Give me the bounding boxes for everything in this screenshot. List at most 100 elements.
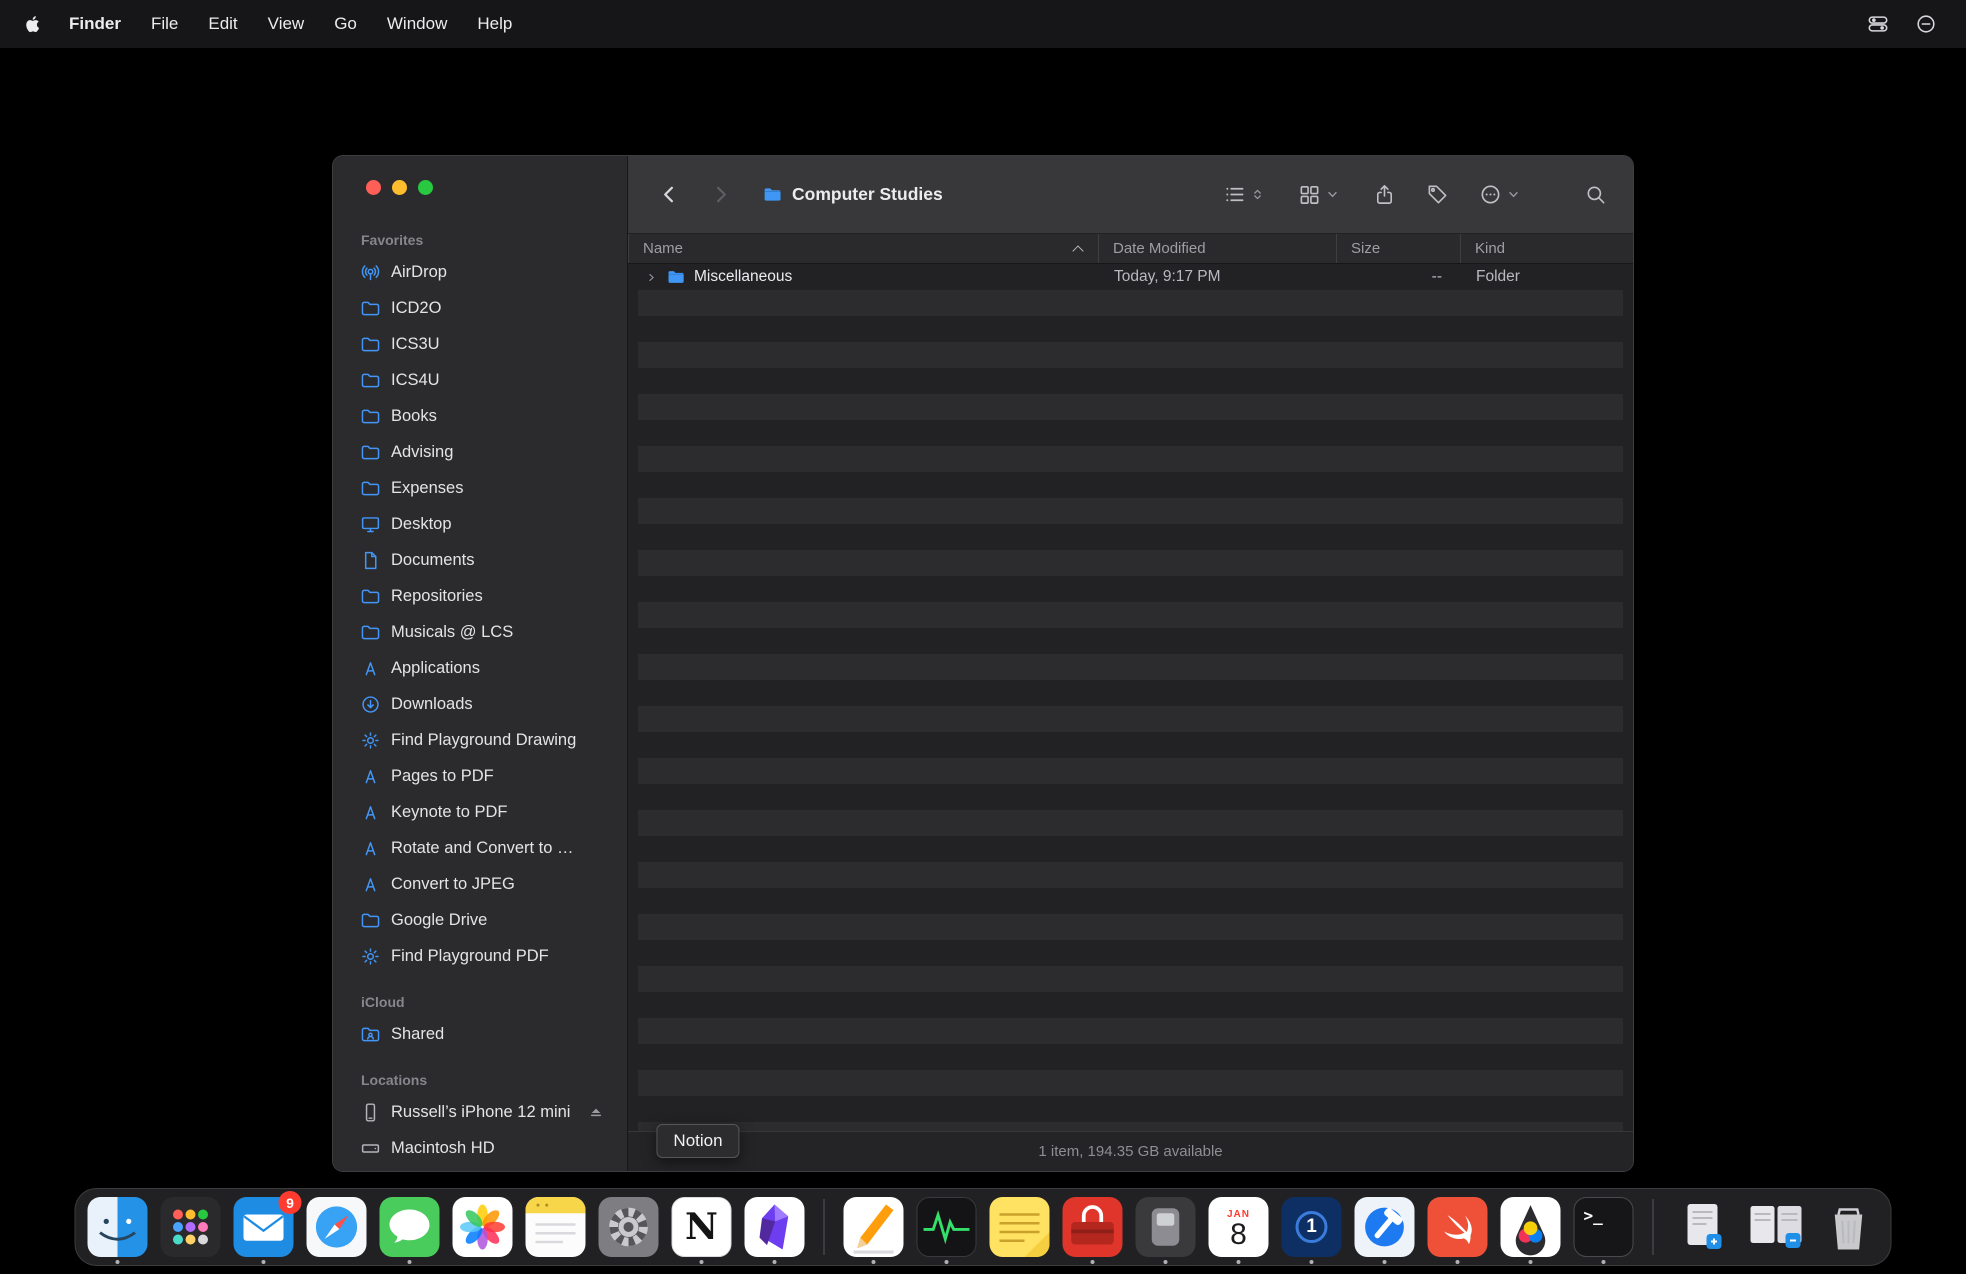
dock-item[interactable] xyxy=(745,1197,805,1257)
sidebar-row[interactable]: Musicals @ LCS xyxy=(341,614,619,650)
eject-icon[interactable] xyxy=(587,767,605,785)
column-header[interactable]: Kind xyxy=(1460,234,1633,263)
close-button[interactable] xyxy=(366,180,381,195)
dock-item[interactable] xyxy=(380,1197,440,1257)
eject-icon[interactable] xyxy=(587,659,605,677)
eject-icon[interactable] xyxy=(587,515,605,533)
dock-item[interactable]: 9 xyxy=(234,1197,294,1257)
list-view-icon[interactable] xyxy=(1223,183,1246,206)
dock-item[interactable] xyxy=(599,1197,659,1257)
view-mode-control[interactable] xyxy=(1223,183,1264,206)
grid-view-icon[interactable] xyxy=(1298,183,1321,206)
sidebar-row[interactable]: Advising xyxy=(341,434,619,470)
dock-item[interactable] xyxy=(917,1197,977,1257)
more-actions-control[interactable] xyxy=(1479,183,1520,206)
dock-item[interactable] xyxy=(1746,1197,1806,1257)
sidebar-row[interactable]: ICS3U xyxy=(341,326,619,362)
group-by-control[interactable] xyxy=(1298,183,1339,206)
dock-item[interactable] xyxy=(1673,1197,1733,1257)
table-row[interactable]: Miscellaneous Today, 9:17 PM -- Folder xyxy=(628,264,1633,290)
dock-item[interactable] xyxy=(1819,1197,1879,1257)
dock-item[interactable] xyxy=(1136,1197,1196,1257)
eject-icon[interactable] xyxy=(587,1139,605,1157)
sidebar-row[interactable]: Google Drive xyxy=(341,902,619,938)
more-icon[interactable] xyxy=(1479,183,1502,206)
eject-icon[interactable] xyxy=(587,479,605,497)
sidebar-row[interactable]: Convert to JPEG xyxy=(341,866,619,902)
sidebar-row[interactable]: AirDrop xyxy=(341,254,619,290)
menu-item[interactable]: Finder xyxy=(54,14,136,34)
eject-icon[interactable] xyxy=(587,695,605,713)
column-header[interactable]: Size xyxy=(1336,234,1460,263)
dock-item[interactable] xyxy=(1501,1197,1561,1257)
sidebar-row[interactable]: ICS4U xyxy=(341,362,619,398)
minimize-button[interactable] xyxy=(392,180,407,195)
share-icon[interactable] xyxy=(1373,183,1396,206)
eject-icon[interactable] xyxy=(587,371,605,389)
column-header[interactable]: Name xyxy=(628,234,1098,263)
eject-icon[interactable] xyxy=(587,335,605,353)
sidebar-row[interactable]: Applications xyxy=(341,650,619,686)
sidebar-row[interactable]: Find Playground PDF xyxy=(341,938,619,974)
sidebar-row[interactable]: Keynote to PDF xyxy=(341,794,619,830)
eject-icon[interactable] xyxy=(587,911,605,929)
sidebar-row[interactable]: Rotate and Convert to JPEG xyxy=(341,830,619,866)
dock-item[interactable] xyxy=(1428,1197,1488,1257)
eject-icon[interactable] xyxy=(589,839,605,857)
dock-item[interactable]: >_ xyxy=(1574,1197,1634,1257)
sidebar-row[interactable]: Shared xyxy=(341,1016,619,1052)
dock-item[interactable] xyxy=(453,1197,513,1257)
dock-item[interactable] xyxy=(1063,1197,1123,1257)
eject-icon[interactable] xyxy=(587,947,605,965)
eject-icon[interactable] xyxy=(587,803,605,821)
apple-menu-icon[interactable] xyxy=(22,13,44,35)
eject-icon[interactable] xyxy=(587,731,605,749)
sidebar-row[interactable]: Find Playground Drawing xyxy=(341,722,619,758)
menu-item[interactable]: Edit xyxy=(193,14,252,34)
sidebar-row[interactable]: Russell’s iPhone 12 mini xyxy=(341,1094,619,1130)
dock-item[interactable]: JAN 8 xyxy=(1209,1197,1269,1257)
eject-icon[interactable] xyxy=(587,443,605,461)
dock-item[interactable] xyxy=(990,1197,1050,1257)
dock-item[interactable] xyxy=(844,1197,904,1257)
disclosure-chevron-icon[interactable] xyxy=(644,270,658,284)
eject-icon[interactable] xyxy=(587,551,605,569)
menu-item[interactable]: File xyxy=(136,14,193,34)
tag-icon[interactable] xyxy=(1426,183,1449,206)
focus-circle-icon[interactable] xyxy=(1914,12,1938,36)
dock-item[interactable] xyxy=(161,1197,221,1257)
eject-icon[interactable] xyxy=(587,407,605,425)
sidebar-row[interactable]: Documents xyxy=(341,542,619,578)
search-icon[interactable] xyxy=(1584,183,1607,206)
dock-item[interactable]: N xyxy=(672,1197,732,1257)
eject-icon[interactable] xyxy=(587,299,605,317)
menu-item[interactable]: View xyxy=(253,14,320,34)
sidebar-row[interactable]: Downloads xyxy=(341,686,619,722)
sidebar-row[interactable]: ICD2O xyxy=(341,290,619,326)
zoom-button[interactable] xyxy=(418,180,433,195)
eject-icon[interactable] xyxy=(587,1103,605,1121)
sidebar-row[interactable]: Books xyxy=(341,398,619,434)
dock-item[interactable] xyxy=(526,1197,586,1257)
sidebar-row[interactable]: Desktop xyxy=(341,506,619,542)
dock-item[interactable]: 1 xyxy=(1282,1197,1342,1257)
sidebar-row[interactable]: Repositories xyxy=(341,578,619,614)
menu-item[interactable]: Go xyxy=(319,14,372,34)
sidebar-row[interactable]: Pages to PDF xyxy=(341,758,619,794)
eject-icon[interactable] xyxy=(587,263,605,281)
eject-icon[interactable] xyxy=(587,875,605,893)
eject-icon[interactable] xyxy=(587,587,605,605)
forward-icon[interactable] xyxy=(709,183,732,206)
dock-item[interactable] xyxy=(1355,1197,1415,1257)
eject-icon[interactable] xyxy=(587,1025,605,1043)
dock-item[interactable] xyxy=(307,1197,367,1257)
menu-item[interactable]: Help xyxy=(462,14,527,34)
dock-item[interactable] xyxy=(88,1197,148,1257)
control-center-icon[interactable] xyxy=(1866,12,1890,36)
menu-item[interactable]: Window xyxy=(372,14,462,34)
column-header[interactable]: Date Modified xyxy=(1098,234,1336,263)
back-icon[interactable] xyxy=(658,183,681,206)
sidebar-row[interactable]: Macintosh HD xyxy=(341,1130,619,1166)
sidebar-row[interactable]: Expenses xyxy=(341,470,619,506)
eject-icon[interactable] xyxy=(587,623,605,641)
